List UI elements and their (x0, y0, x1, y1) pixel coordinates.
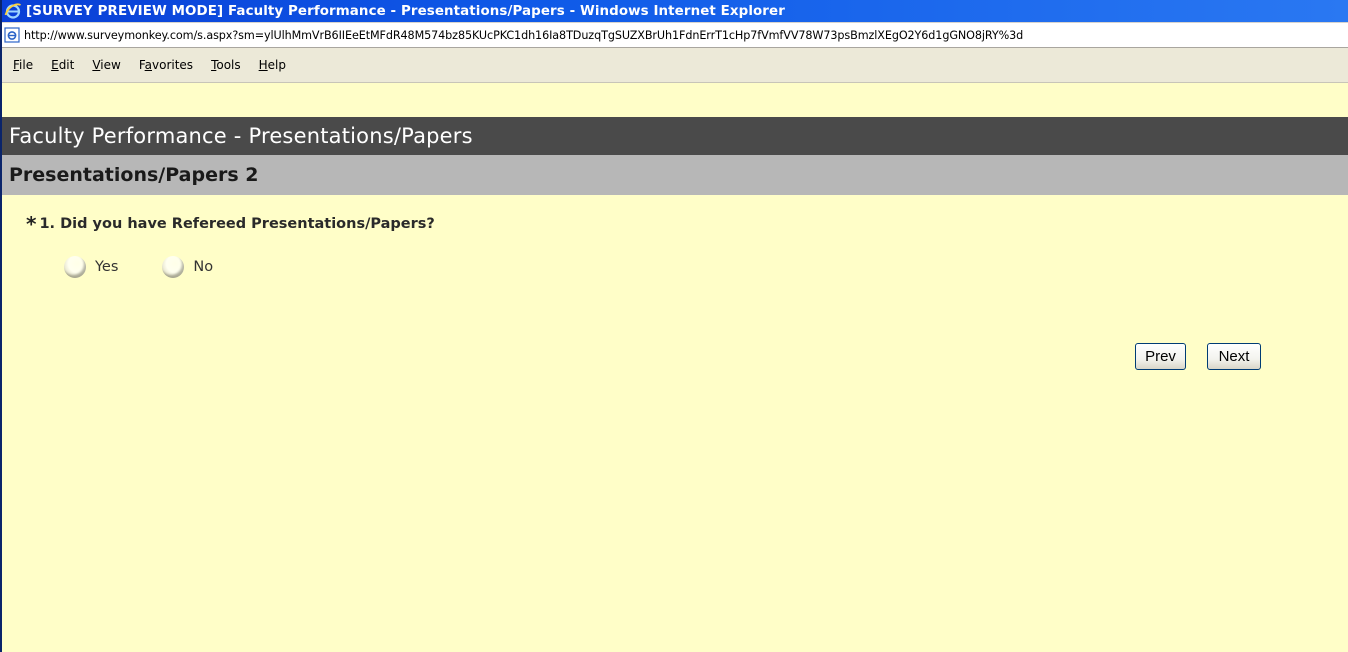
page-heading-bar: Presentations/Papers 2 (2, 155, 1348, 195)
option-no[interactable]: No (162, 256, 213, 278)
menu-tools[interactable]: Tools (204, 56, 248, 74)
title-bar[interactable]: [SURVEY PREVIEW MODE] Faculty Performanc… (2, 0, 1348, 22)
survey-title: Faculty Performance - Presentations/Pape… (9, 124, 473, 148)
radio-yes[interactable] (64, 256, 86, 278)
answer-options: Yes No (64, 256, 257, 278)
next-button[interactable]: Next (1207, 343, 1261, 370)
url-field[interactable]: http://www.surveymonkey.com/s.aspx?sm=yl… (24, 29, 1023, 42)
address-bar[interactable]: http://www.surveymonkey.com/s.aspx?sm=yl… (2, 22, 1348, 48)
radio-no[interactable] (162, 256, 185, 278)
menu-view[interactable]: View (85, 56, 127, 74)
ie-logo-icon (4, 2, 22, 20)
navigation-buttons: Prev Next (1135, 343, 1261, 370)
menu-bar: File Edit View Favorites Tools Help (2, 48, 1348, 83)
question-1: * 1. Did you have Refereed Presentations… (26, 214, 435, 234)
menu-help[interactable]: Help (252, 56, 293, 74)
menu-file[interactable]: File (6, 56, 40, 74)
required-marker: * (26, 212, 37, 236)
page-icon (4, 27, 20, 43)
prev-button[interactable]: Prev (1135, 343, 1186, 370)
option-label-yes: Yes (95, 259, 119, 275)
menu-edit[interactable]: Edit (44, 56, 81, 74)
option-yes[interactable]: Yes (64, 256, 118, 278)
page-heading: Presentations/Papers 2 (9, 164, 259, 186)
browser-window: [SURVEY PREVIEW MODE] Faculty Performanc… (0, 0, 1348, 652)
survey-header: Faculty Performance - Presentations/Pape… (2, 117, 1348, 155)
option-label-no: No (193, 259, 214, 275)
question-text: 1. Did you have Refereed Presentations/P… (39, 216, 435, 232)
menu-favorites[interactable]: Favorites (132, 56, 200, 74)
window-title: [SURVEY PREVIEW MODE] Faculty Performanc… (26, 3, 785, 19)
